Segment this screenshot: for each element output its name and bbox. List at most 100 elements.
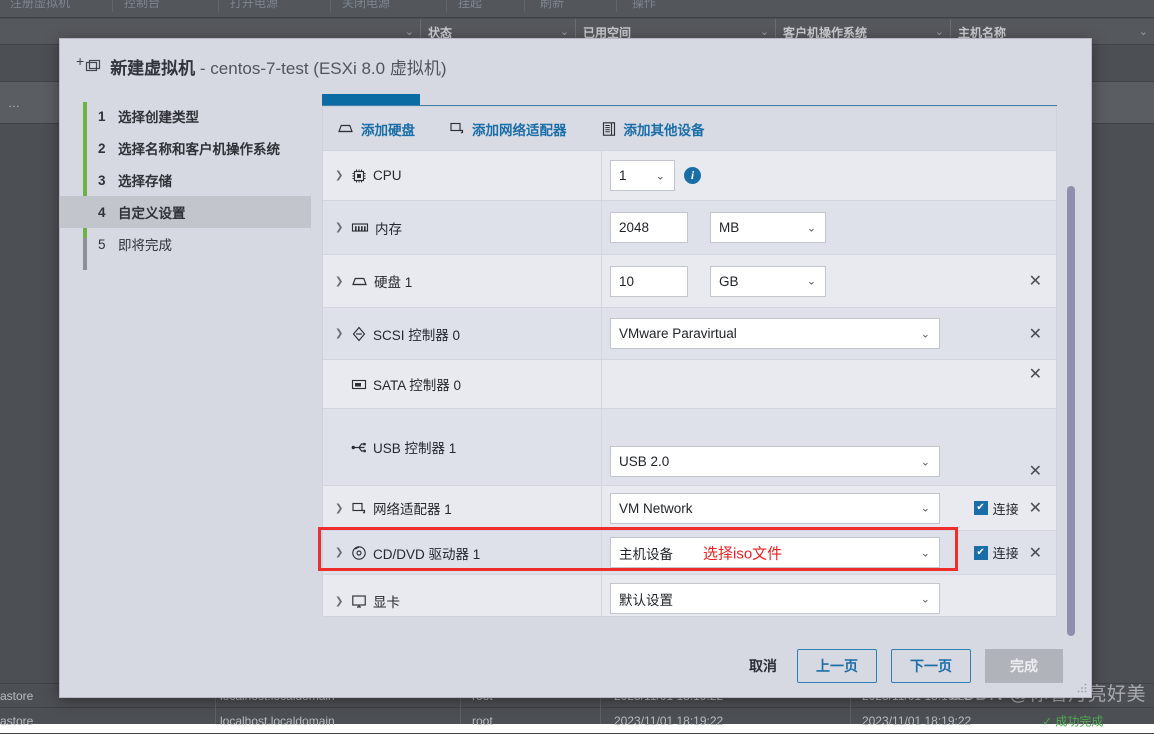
chevron-down-icon[interactable]: ⌄ (760, 25, 769, 38)
chevron-right-icon[interactable]: ❯ (335, 503, 345, 514)
device-row-3[interactable]: ❯SCSI 控制器 0VMware Paravirtual⌄✕ (323, 308, 1056, 360)
connect-label: 连接 (993, 499, 1019, 518)
resize-grip[interactable] (1076, 682, 1088, 694)
wizard-step-5[interactable]: 5即将完成 (60, 228, 311, 260)
device-label: USB 控制器 1 (373, 437, 456, 457)
table-row[interactable]: astorelocalhost.localdomainroot2023/11/0… (0, 708, 1154, 734)
remove-device-icon[interactable]: ✕ (1029, 366, 1042, 382)
device-control-cell: 2048 MB ⌄ (602, 201, 956, 254)
connect-checkbox-wrapper[interactable]: 连接 (974, 543, 1019, 562)
other-device-icon (601, 121, 617, 137)
device-row-2[interactable]: ❯硬盘 110GB⌄✕ (323, 255, 1056, 308)
step-number: 5 (98, 237, 114, 252)
connect-checkbox-wrapper[interactable]: 连接 (974, 499, 1019, 518)
toolbar-divider (524, 0, 525, 12)
chevron-right-icon[interactable]: ❯ (335, 547, 345, 558)
chevron-right-icon[interactable]: ❯ (335, 596, 345, 607)
chevron-down-icon[interactable]: ⌄ (935, 25, 944, 38)
step-number: 2 (98, 141, 114, 156)
chevron-right-icon[interactable]: ❯ (335, 328, 345, 339)
new-vm-wizard-dialog: + 新建虚拟机 - centos-7-test (ESXi 8.0 虚拟机) 1… (59, 38, 1092, 698)
chevron-right-icon[interactable]: ❯ (335, 170, 345, 181)
size-input[interactable]: 10 (610, 266, 688, 297)
dialog-title-rest: centos-7-test (ESXi 8.0 虚拟机) (210, 59, 446, 78)
chevron-down-icon[interactable]: ⌄ (921, 327, 930, 340)
device-value-select[interactable]: VMware Paravirtual⌄ (610, 318, 940, 349)
chevron-down-icon[interactable]: ⌄ (1139, 25, 1148, 38)
device-row-6[interactable]: ❯ 网络适配器 1 VM Network⌄ 连接 ✕ (323, 486, 1056, 531)
add-hard-disk-button[interactable]: 添加硬盘 (337, 119, 415, 139)
remove-device-icon[interactable]: ✕ (1029, 326, 1042, 342)
size-input-value: 2048 (619, 220, 649, 235)
connect-label: 连接 (993, 543, 1019, 562)
device-row-1[interactable]: ❯内存2048MB⌄ (323, 201, 1056, 255)
dialog-title-main: 新建虚拟机 (110, 59, 195, 78)
background-toolbar-item-2[interactable]: 打开电源 (230, 0, 278, 11)
chevron-down-icon[interactable]: ⌄ (405, 25, 414, 38)
chevron-right-icon[interactable]: ❯ (335, 276, 345, 287)
connect-checkbox[interactable] (974, 546, 988, 560)
select-value: MB (719, 220, 739, 235)
remove-device-icon[interactable]: ✕ (1029, 463, 1042, 479)
select-value: GB (719, 274, 739, 289)
device-actions-cell: 连接 ✕ (956, 486, 1056, 530)
scrollbar-thumb[interactable] (1067, 186, 1075, 636)
device-value-select[interactable]: USB 2.0⌄ (610, 446, 940, 477)
back-button[interactable]: 上一页 (797, 649, 877, 683)
add-button-label: 添加网络适配器 (472, 119, 567, 139)
wizard-step-4[interactable]: 4自定义设置 (60, 196, 311, 228)
next-button[interactable]: 下一页 (891, 649, 971, 683)
device-row-8[interactable]: ❯ 显卡 默认设置⌄ (323, 575, 1056, 616)
wizard-step-3[interactable]: 3选择存储 (60, 164, 311, 196)
device-actions-cell: ✕ (956, 308, 1056, 359)
device-row-7[interactable]: ❯CD/DVD 驱动器 1主机设备选择iso文件⌄连接✕ (323, 531, 1056, 575)
chevron-down-icon[interactable]: ⌄ (656, 169, 665, 182)
device-value-select[interactable]: VM Network⌄ (610, 493, 940, 524)
chevron-down-icon[interactable]: ⌄ (807, 221, 816, 234)
chevron-down-icon[interactable]: ⌄ (921, 455, 930, 468)
remove-device-icon[interactable]: ✕ (1029, 545, 1042, 561)
unit-select[interactable]: GB ⌄ (710, 266, 826, 297)
device-name-cell: ❯SATA 控制器 0 (323, 360, 602, 408)
cancel-button[interactable]: 取消 (743, 649, 783, 683)
remove-device-icon[interactable]: ✕ (1029, 273, 1042, 289)
unit-select[interactable]: MB ⌄ (710, 212, 826, 243)
add-other-device-button[interactable]: 添加其他设备 (601, 119, 705, 139)
device-name-cell: ❯CPU (323, 151, 602, 200)
chevron-down-icon[interactable]: ⌄ (921, 502, 930, 515)
wizard-step-2[interactable]: 2选择名称和客户机操作系统 (60, 132, 311, 164)
device-row-4[interactable]: ❯SATA 控制器 0 ✕ (323, 360, 1056, 409)
tab-virtual-hardware[interactable] (322, 94, 420, 105)
chevron-down-icon[interactable]: ⌄ (921, 592, 930, 605)
step-number: 3 (98, 173, 114, 188)
vertical-scrollbar[interactable] (1063, 106, 1079, 617)
chevron-down-icon[interactable]: ⌄ (921, 546, 930, 559)
cpu-count-select[interactable]: 1⌄ (610, 160, 675, 191)
size-input-value: 10 (619, 274, 634, 289)
chevron-right-icon[interactable]: ❯ (335, 222, 345, 233)
device-row-0[interactable]: ❯CPU 1⌄ i (323, 151, 1056, 201)
background-toolbar: 注册虚拟机 控制台 打开电源 关闭电源 挂起 刷新 操作 (0, 0, 1154, 18)
background-toolbar-item-5[interactable]: 刷新 (540, 0, 564, 11)
device-value-select[interactable]: 主机设备选择iso文件⌄ (610, 537, 940, 568)
background-toolbar-item-3[interactable]: 关闭电源 (342, 0, 390, 11)
size-input[interactable]: 2048 (610, 212, 688, 243)
background-toolbar-item-0[interactable]: 注册虚拟机 (10, 0, 70, 11)
sata-icon (351, 378, 367, 391)
connect-checkbox[interactable] (974, 501, 988, 515)
chevron-down-icon[interactable]: ⌄ (807, 275, 816, 288)
device-actions-cell (956, 151, 1056, 200)
background-toolbar-item-6[interactable]: 操作 (632, 0, 656, 11)
add-network-adapter-button[interactable]: 添加网络适配器 (449, 119, 567, 139)
background-toolbar-item-4[interactable]: 挂起 (458, 0, 482, 11)
wizard-step-1[interactable]: 1选择创建类型 (60, 100, 311, 132)
device-value-select[interactable]: 默认设置⌄ (610, 583, 940, 614)
device-label: 显卡 (373, 591, 400, 611)
device-label: 网络适配器 1 (373, 498, 452, 518)
device-row-5[interactable]: ❯USB 控制器 1USB 2.0⌄✕ (323, 409, 1056, 486)
info-icon[interactable]: i (684, 167, 701, 184)
add-button-label: 添加硬盘 (361, 119, 415, 139)
background-toolbar-item-1[interactable]: 控制台 (124, 0, 160, 11)
remove-device-icon[interactable]: ✕ (1029, 500, 1042, 516)
chevron-down-icon[interactable]: ⌄ (560, 25, 569, 38)
